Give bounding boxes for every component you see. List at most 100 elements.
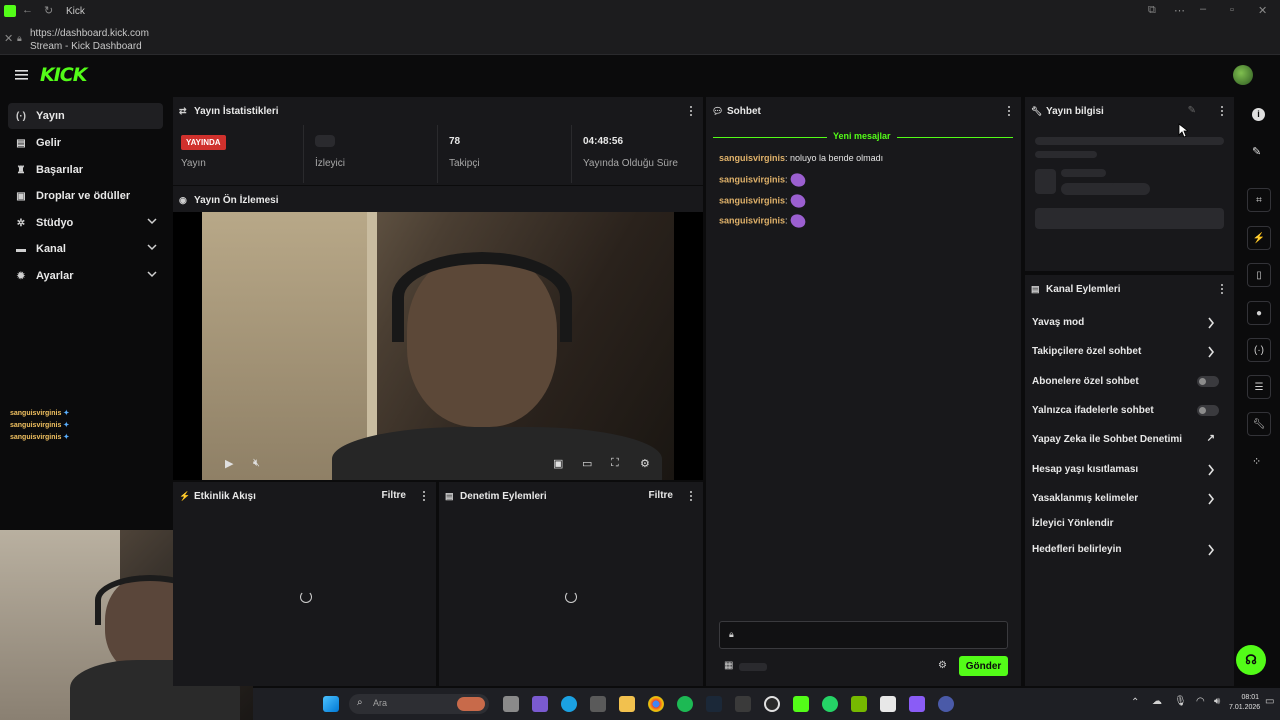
support-button[interactable]: ☊ bbox=[1236, 645, 1266, 675]
chat-message[interactable]: sanguisvirginis: bbox=[719, 192, 807, 210]
more-icon[interactable]: ⋯ bbox=[1174, 4, 1185, 17]
kebab-menu-icon[interactable] bbox=[1221, 284, 1224, 296]
chrome-icon[interactable] bbox=[648, 696, 664, 712]
rail-broadcast-button[interactable]: (·) bbox=[1247, 338, 1271, 362]
avatar[interactable] bbox=[1233, 65, 1253, 85]
kebab-menu-icon[interactable] bbox=[690, 106, 693, 118]
gear-icon[interactable]: ⚙ bbox=[938, 660, 947, 671]
g-app-icon[interactable] bbox=[880, 696, 896, 712]
task-view-icon[interactable] bbox=[503, 696, 519, 712]
chat-username[interactable]: sanguisvirginis bbox=[719, 153, 785, 163]
kebab-menu-icon[interactable] bbox=[1221, 106, 1224, 118]
edit-icon[interactable]: ✎ bbox=[1252, 145, 1261, 158]
nvidia-icon[interactable] bbox=[851, 696, 867, 712]
rail-bolt-button[interactable]: ⚡ bbox=[1247, 226, 1271, 250]
filter-button[interactable]: Filtre bbox=[382, 490, 406, 501]
subscribers-only-toggle[interactable] bbox=[1197, 376, 1219, 387]
microphone-icon[interactable]: 🎙︎ bbox=[1174, 696, 1187, 707]
sidebar-item-gelir[interactable]: ▤ Gelir bbox=[8, 130, 163, 156]
chat-message[interactable]: sanguisvirginis: bbox=[719, 212, 807, 230]
action-emotes-only[interactable]: Yalnızca ifadelerle sohbet bbox=[1032, 405, 1227, 416]
sidebar-item-ayarlar[interactable]: ✹ Ayarlar bbox=[8, 263, 163, 289]
send-button[interactable]: Gönder bbox=[959, 656, 1008, 676]
close-window-icon[interactable]: ✕ bbox=[1258, 4, 1267, 17]
action-raid[interactable]: İzleyici Yönlendir bbox=[1032, 518, 1227, 529]
chat-username[interactable]: sanguisvirginis bbox=[719, 195, 785, 205]
back-icon[interactable]: ← bbox=[22, 4, 33, 16]
hamburger-menu-icon[interactable] bbox=[15, 70, 28, 80]
sidebar-item-droplar[interactable]: ▣ Droplar ve ödüller bbox=[8, 183, 163, 209]
video-player[interactable]: ▶ 🔇︎ ▣ ▭ ⛶ ⚙ bbox=[173, 212, 703, 480]
maximize-icon[interactable]: ▫ bbox=[1230, 4, 1234, 16]
wifi-icon[interactable]: ◠ bbox=[1196, 696, 1205, 707]
url-text[interactable]: https://dashboard.kick.com bbox=[30, 28, 149, 39]
chat-message[interactable]: sanguisvirginis: noluyo la bende olmadı bbox=[719, 153, 883, 163]
spotify-icon[interactable] bbox=[677, 696, 693, 712]
sidebar-item-yayin[interactable]: (·) Yayın bbox=[8, 103, 163, 129]
rail-chat-button[interactable]: ● bbox=[1247, 301, 1271, 325]
widgets-icon[interactable] bbox=[532, 696, 548, 712]
kebab-menu-icon[interactable] bbox=[423, 491, 426, 503]
camera-icon: ⌗ bbox=[1256, 194, 1262, 206]
chat-text: : bbox=[785, 215, 788, 226]
sidebar-item-studyo[interactable]: ✲ Stüdyo bbox=[8, 210, 163, 236]
close-icon[interactable]: ✕ bbox=[4, 32, 13, 45]
gear-icon[interactable]: ⚙ bbox=[640, 457, 650, 470]
action-account-age[interactable]: Hesap yaşı kısıtlaması bbox=[1032, 464, 1227, 476]
action-set-goals[interactable]: Hedefleri belirleyin bbox=[1032, 544, 1227, 556]
play-icon[interactable]: ▶ bbox=[225, 457, 233, 470]
store-icon[interactable]: ▦ bbox=[724, 660, 733, 671]
action-slow-mode[interactable]: Yavaş mod bbox=[1032, 317, 1227, 329]
store-icon[interactable] bbox=[590, 696, 606, 712]
edge-icon[interactable] bbox=[561, 696, 577, 712]
split-view-icon[interactable]: ⧉ bbox=[1148, 4, 1156, 17]
kick-logo[interactable]: KICK bbox=[40, 64, 87, 86]
mute-icon[interactable]: 🔇︎ bbox=[253, 457, 260, 470]
steam-icon[interactable] bbox=[706, 696, 722, 712]
cloud-icon[interactable]: ☁ bbox=[1152, 696, 1162, 707]
taskbar-search[interactable]: ⌕ Ara bbox=[349, 694, 489, 714]
broadcast-icon: (·) bbox=[1254, 344, 1264, 356]
filter-button[interactable]: Filtre bbox=[649, 490, 673, 501]
refresh-icon[interactable]: ↻ bbox=[44, 4, 53, 17]
rail-channel-button[interactable]: ☰ bbox=[1247, 375, 1271, 399]
clock[interactable]: 08:01 7.01.2026 bbox=[1229, 693, 1260, 713]
file-explorer-icon[interactable] bbox=[619, 696, 635, 712]
volume-icon[interactable]: 🔊︎ bbox=[1214, 696, 1220, 707]
chevron-up-icon[interactable]: ⌃ bbox=[1131, 697, 1139, 708]
app-icon[interactable] bbox=[735, 696, 751, 712]
emotes-only-toggle[interactable] bbox=[1197, 405, 1219, 416]
pip-icon[interactable]: ▣ bbox=[553, 457, 563, 470]
chat-message[interactable]: sanguisvirginis: bbox=[719, 171, 807, 189]
kebab-menu-icon[interactable] bbox=[690, 491, 693, 503]
rail-screenshot-button[interactable]: ⌗ bbox=[1247, 188, 1271, 212]
new-messages-label: Yeni mesajlar bbox=[827, 131, 897, 141]
info-icon[interactable]: i bbox=[1252, 108, 1265, 121]
fullscreen-icon[interactable]: ⛶ bbox=[611, 457, 619, 470]
rail-clipboard-button[interactable]: ▯ bbox=[1247, 263, 1271, 287]
tab-title[interactable]: Kick bbox=[66, 6, 85, 17]
chat-username[interactable]: sanguisvirginis bbox=[719, 215, 785, 225]
sidebar-item-basarilar[interactable]: ♜ Başarılar bbox=[8, 157, 163, 183]
minimize-icon[interactable]: – bbox=[1200, 3, 1206, 15]
app-icon[interactable] bbox=[938, 696, 954, 712]
kebab-menu-icon[interactable] bbox=[1008, 106, 1011, 118]
notification-icon[interactable]: ▭ bbox=[1265, 696, 1274, 707]
windows-start-icon[interactable] bbox=[323, 696, 339, 712]
more-apps-icon[interactable]: ⁘ bbox=[1252, 455, 1261, 468]
action-ai-moderation[interactable]: Yapay Zeka ile Sohbet Denetimi ↗ bbox=[1032, 433, 1227, 445]
vs-icon[interactable] bbox=[909, 696, 925, 712]
rail-wrench-button[interactable]: 🔧︎ bbox=[1247, 412, 1271, 436]
edit-icon[interactable]: ✎ bbox=[1188, 105, 1196, 116]
sidebar-item-kanal[interactable]: ▬ Kanal bbox=[8, 236, 163, 262]
chat-panel: 💬︎ Sohbet Yeni mesajlar sanguisvirginis:… bbox=[706, 97, 1021, 686]
chat-input[interactable]: 🔒︎ bbox=[719, 621, 1008, 649]
kick-icon[interactable] bbox=[793, 696, 809, 712]
action-banned-words[interactable]: Yasaklanmış kelimeler bbox=[1032, 493, 1227, 505]
theater-icon[interactable]: ▭ bbox=[582, 457, 592, 470]
whatsapp-icon[interactable] bbox=[822, 696, 838, 712]
action-followers-only[interactable]: Takipçilere özel sohbet bbox=[1032, 346, 1227, 358]
action-subscribers-only[interactable]: Abonelere özel sohbet bbox=[1032, 376, 1227, 387]
obs-icon[interactable] bbox=[764, 696, 780, 712]
chat-username[interactable]: sanguisvirginis bbox=[719, 174, 785, 184]
